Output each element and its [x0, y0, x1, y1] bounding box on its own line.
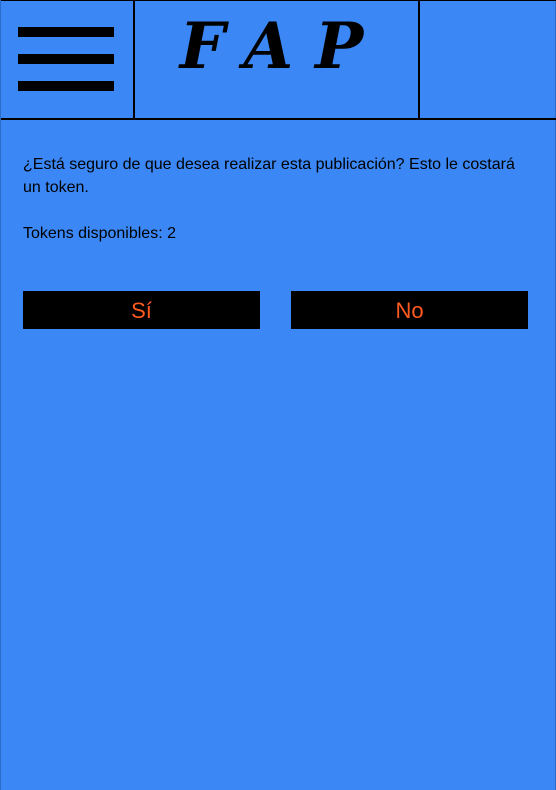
logo-cell: FAP: [135, 1, 420, 119]
hamburger-menu-icon-bar: [18, 81, 114, 91]
confirmation-dialog: ¿Está seguro de que desea realizar esta …: [23, 153, 535, 245]
app-header: FAP: [1, 0, 556, 120]
menu-button[interactable]: [1, 1, 135, 119]
no-button[interactable]: No: [291, 291, 528, 329]
hamburger-menu-icon-bar: [18, 54, 114, 64]
header-empty-cell: [420, 1, 556, 119]
yes-button[interactable]: Sí: [23, 291, 260, 329]
available-tokens: Tokens disponibles: 2: [23, 225, 176, 242]
confirmation-question: ¿Está seguro de que desea realizar esta …: [23, 156, 515, 196]
hamburger-menu-icon: [18, 27, 114, 37]
app-frame: FAP ¿Está seguro de que desea realizar e…: [0, 0, 556, 790]
app-logo: FAP: [179, 9, 386, 84]
